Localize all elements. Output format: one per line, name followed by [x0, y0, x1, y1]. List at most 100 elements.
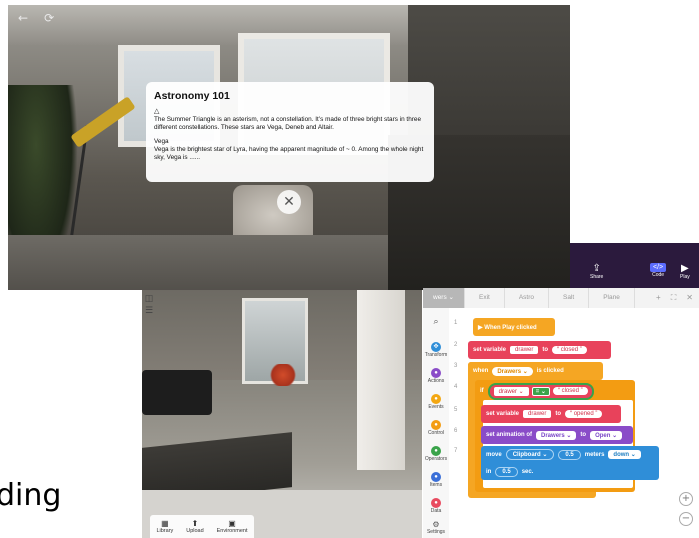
palette-label: Transform — [424, 352, 448, 358]
close-button[interactable]: ✕ — [277, 190, 301, 214]
palette-label: Items — [429, 482, 443, 488]
code-label: Code — [652, 272, 665, 278]
amount-field[interactable]: 0.5 — [558, 449, 581, 460]
block-label: to — [555, 411, 562, 417]
environment-button[interactable]: ▣ Environment — [217, 519, 248, 534]
time-field[interactable]: 0.5 — [495, 466, 518, 477]
upload-button[interactable]: ⬆ Upload — [186, 519, 203, 534]
play-icon: ▶ — [681, 263, 689, 274]
set-variable-block[interactable]: set variable drawer to “ closed ” — [468, 341, 611, 359]
bottom-toolbar: ▦ Library ⬆ Upload ▣ Environment — [150, 515, 254, 538]
gear-icon: ⚙ — [432, 520, 440, 529]
line-number: 3 — [454, 363, 458, 369]
value-field[interactable]: “ closed ” — [552, 346, 587, 354]
share-button[interactable]: ⇪ Share — [590, 263, 603, 280]
list-icon[interactable]: ☰ — [144, 306, 154, 316]
variable-dropdown[interactable]: drawer ⌄ — [493, 386, 529, 396]
event-block-play[interactable]: ▶ When Play clicked — [473, 318, 555, 336]
block-label: if — [480, 388, 484, 394]
block-label: when — [473, 368, 489, 374]
play-button[interactable]: ▶ Play — [680, 263, 690, 280]
block-label: ▶ When Play clicked — [478, 324, 537, 331]
tab-astro[interactable]: Astro — [505, 288, 549, 308]
object-dropdown[interactable]: Clipboard ⌄ — [505, 449, 555, 460]
block-label: is clicked — [536, 368, 564, 374]
code-button[interactable]: </> Code — [650, 263, 667, 278]
move-block[interactable]: move Clipboard ⌄ 0.5 meters down ⌄ in 0.… — [481, 446, 659, 480]
card-subtitle: Vega — [154, 138, 169, 145]
block-label: to — [542, 347, 549, 353]
layers-icon[interactable]: ◫ — [144, 294, 154, 304]
tab-salt[interactable]: Salt — [549, 288, 590, 308]
condition[interactable]: drawer ⌄ = ⌄ “ closed ” — [487, 382, 594, 400]
code-editor: wers ⌄ Exit Astro Salt Plane + ⛶ ✕ ⌕ ✥ T… — [423, 288, 699, 538]
operator-dropdown[interactable]: = ⌄ — [531, 386, 550, 396]
direction-dropdown[interactable]: down ⌄ — [608, 450, 641, 459]
close-icon: ✕ — [283, 194, 295, 210]
palette-control[interactable]: ● Control — [423, 420, 449, 436]
palette-events[interactable]: ● Events — [423, 394, 449, 410]
top-nav: ← ⟳ — [18, 11, 54, 25]
library-button[interactable]: ▦ Library — [156, 519, 173, 534]
back-arrow-icon[interactable]: ← — [18, 11, 28, 25]
variable-field[interactable]: drawer — [523, 410, 552, 418]
palette-actions[interactable]: ● Actions — [423, 368, 449, 384]
tab-plane[interactable]: Plane — [589, 288, 635, 308]
upload-label: Upload — [186, 528, 204, 534]
search-button[interactable]: ⌕ — [423, 316, 449, 327]
card-paragraph-1: The Summer Triangle is an asterism, not … — [154, 116, 421, 131]
code-icon: </> — [650, 263, 667, 272]
move-row-1: move Clipboard ⌄ 0.5 meters down ⌄ — [481, 446, 659, 463]
zoom-in-button[interactable]: + — [679, 492, 693, 506]
pillar — [357, 290, 405, 470]
palette-settings[interactable]: ⚙ Settings — [423, 520, 449, 535]
operators-icon: ● — [431, 446, 441, 456]
block-label: set variable — [486, 411, 520, 417]
card-title: Astronomy 101 — [154, 90, 230, 102]
palette-transform[interactable]: ✥ Transform — [423, 342, 449, 358]
block-label: to — [580, 432, 587, 438]
palette-label: Control — [427, 430, 445, 436]
set-animation-block[interactable]: set animation of Drawers ⌄ to Open ⌄ — [481, 426, 633, 444]
heading-text: ding — [0, 478, 62, 513]
block-label: set animation of — [486, 432, 533, 438]
line-number: 2 — [454, 342, 458, 348]
line-number: 6 — [454, 428, 458, 434]
search-icon: ⌕ — [433, 316, 439, 326]
palette-data[interactable]: ● Data — [423, 498, 449, 514]
object-dropdown[interactable]: Drawers ⌄ — [536, 430, 577, 440]
line-number: 7 — [454, 448, 458, 454]
palette-items[interactable]: ● Items — [423, 472, 449, 488]
set-variable-block[interactable]: set variable drawer to “ opened ” — [481, 405, 621, 423]
move-row-2: in 0.5 sec. — [481, 463, 581, 480]
zoom-out-button[interactable]: − — [679, 512, 693, 526]
actions-icon: ● — [431, 368, 441, 378]
if-block[interactable]: if drawer ⌄ = ⌄ “ closed ” — [475, 382, 635, 400]
object-dropdown[interactable]: Drawers ⌄ — [492, 366, 533, 376]
events-icon: ● — [431, 394, 441, 404]
when-clicked-block[interactable]: when Drawers ⌄ is clicked — [468, 362, 603, 380]
value-field[interactable]: “ closed ” — [552, 387, 588, 395]
line-number: 5 — [454, 407, 458, 413]
palette-label: Settings — [426, 529, 446, 535]
info-card: Astronomy 101 △ The Summer Triangle is a… — [146, 82, 434, 182]
refresh-icon[interactable]: ⟳ — [44, 11, 54, 25]
block-label: set variable — [473, 347, 507, 353]
variable-field[interactable]: drawer — [510, 346, 539, 354]
palette-operators[interactable]: ● Operators — [423, 446, 449, 462]
tab-drawers[interactable]: wers ⌄ — [423, 288, 465, 308]
palette-label: Operators — [424, 456, 448, 462]
tab-bar: wers ⌄ Exit Astro Salt Plane + ⛶ ✕ — [423, 288, 699, 308]
animation-dropdown[interactable]: Open ⌄ — [590, 430, 623, 440]
tab-exit[interactable]: Exit — [465, 288, 505, 308]
data-icon: ● — [431, 498, 441, 508]
items-icon: ● — [431, 472, 441, 482]
close-icon[interactable]: ✕ — [686, 293, 693, 303]
value-field[interactable]: “ opened ” — [565, 410, 603, 418]
card-paragraph-2: Vega is the brightest star of Lyra, havi… — [154, 146, 424, 161]
line-number: 4 — [454, 384, 458, 390]
environment-label: Environment — [216, 528, 248, 534]
triangle-icon: △ — [154, 108, 160, 115]
expand-icon[interactable]: ⛶ — [671, 293, 677, 303]
add-tab-icon[interactable]: + — [656, 293, 661, 303]
